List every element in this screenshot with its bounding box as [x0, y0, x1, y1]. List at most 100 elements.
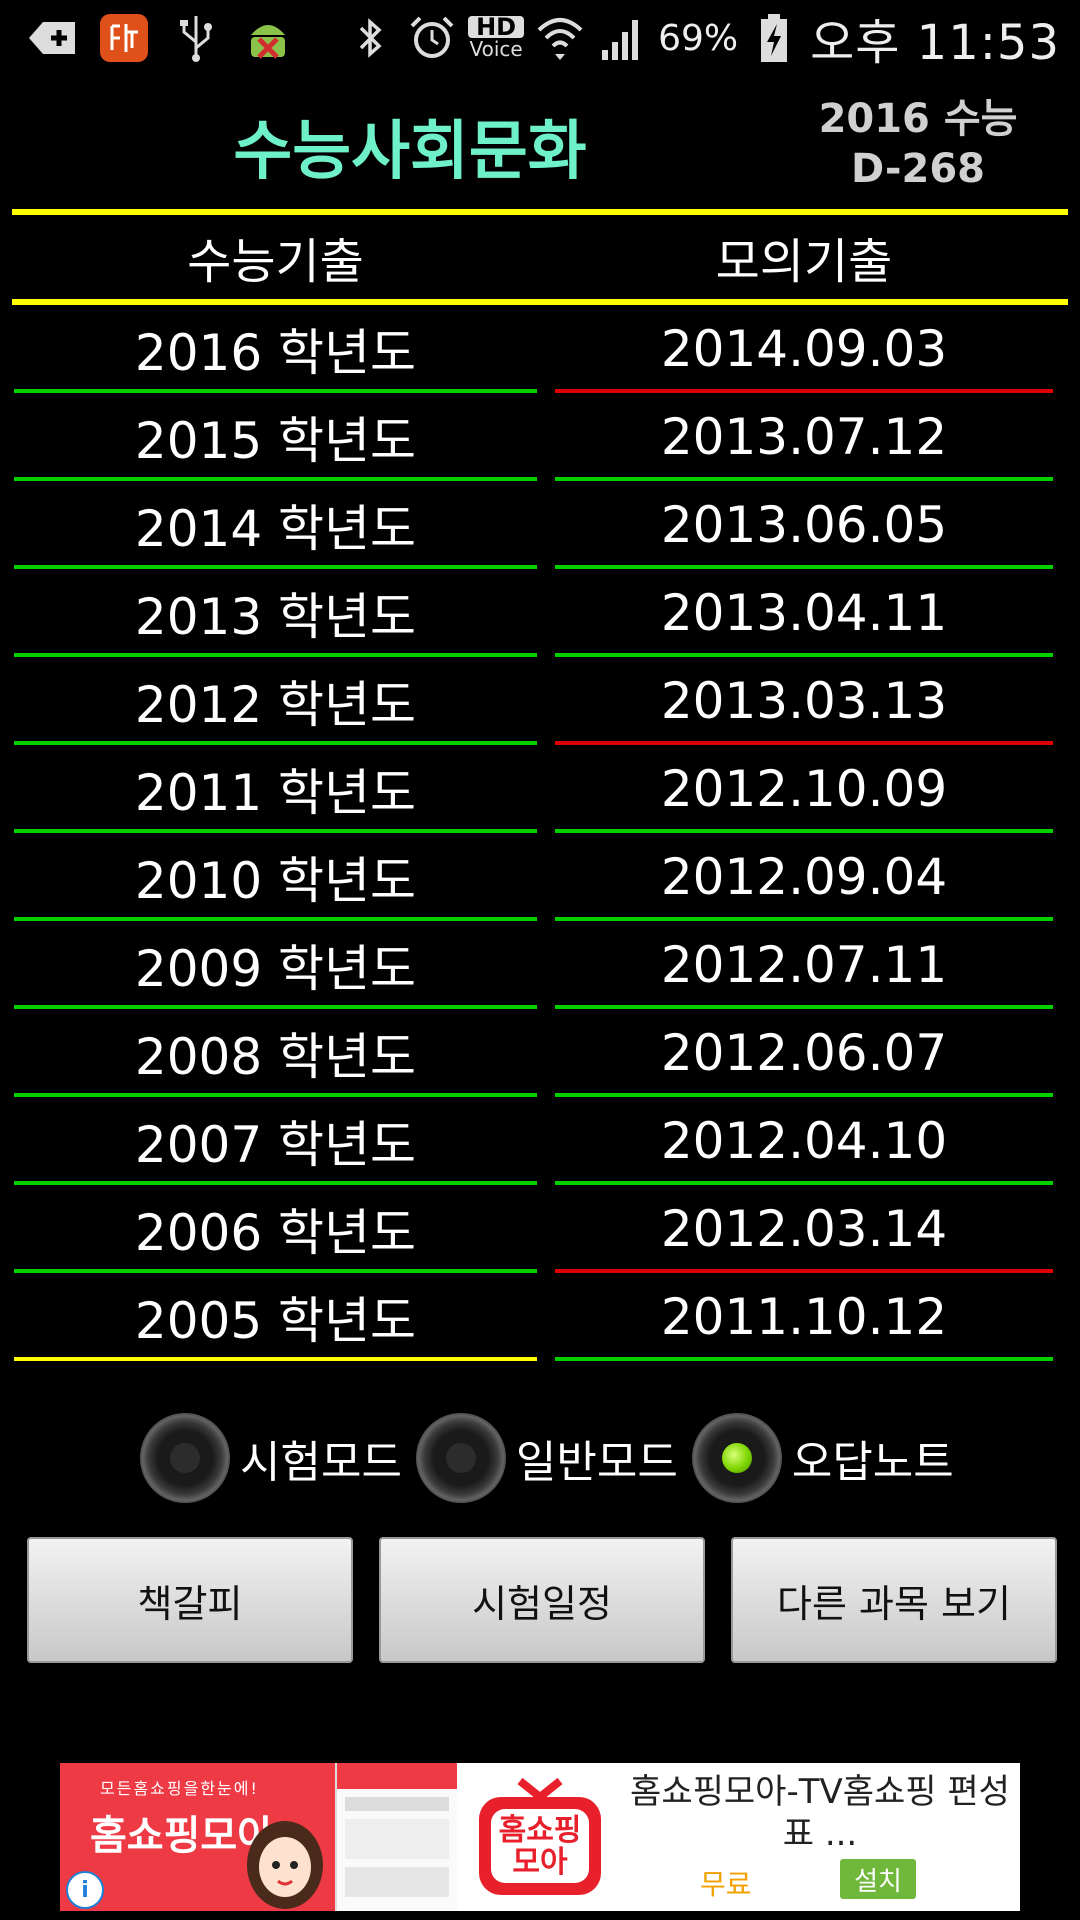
usb-icon	[170, 12, 222, 64]
wifi-icon	[534, 12, 586, 64]
bookmark-button[interactable]: 책갈피	[27, 1537, 353, 1663]
suneung-exam-row[interactable]: 2011 학년도	[14, 745, 537, 833]
dday-value: D-268	[850, 146, 986, 192]
mock-exam-row[interactable]: 2012.09.04	[555, 833, 1053, 921]
voice-label: Voice	[469, 37, 523, 61]
suneung-exam-list: 2016 학년도 2015 학년도 2014 학년도 2013 학년도 2012 학년도…	[14, 305, 537, 1361]
suneung-exam-row[interactable]: 2015 학년도	[14, 393, 537, 481]
suneung-exam-label: 2015 학년도	[134, 412, 417, 470]
mock-exam-row[interactable]: 2014.09.03	[555, 305, 1053, 393]
other-subjects-button[interactable]: 다른 과목 보기	[731, 1537, 1057, 1663]
hd-voice-icon: HD Voice	[468, 15, 525, 61]
mode-radio-group: 시험모드 일반모드 오답노트	[140, 1410, 968, 1506]
ad-app-logo[interactable]: 홈쇼핑 모아	[465, 1767, 615, 1907]
suneung-exam-row[interactable]: 2009 학년도	[14, 921, 537, 1009]
status-bar: HD Voice 69% 오후 11:53	[0, 0, 1080, 76]
mock-exam-label: 2012.03.14	[660, 1200, 948, 1258]
radio-indicator	[445, 1443, 476, 1473]
suneung-exam-label: 2012 학년도	[134, 676, 417, 734]
mock-exam-label: 2013.06.05	[660, 496, 948, 554]
hd-label: HD	[468, 15, 525, 39]
suneung-exam-row[interactable]: 2010 학년도	[14, 833, 537, 921]
mock-exam-row[interactable]: 2012.10.09	[555, 745, 1053, 833]
radio-label: 시험모드	[240, 1437, 402, 1488]
suneung-exam-row[interactable]: 2014 학년도	[14, 481, 537, 569]
row-divider	[555, 1357, 1053, 1361]
mock-exam-row[interactable]: 2013.06.05	[555, 481, 1053, 569]
ad-tagline: 모든홈쇼핑을한눈에!	[100, 1779, 259, 1798]
ad-logo-text-2: 모아	[512, 1845, 568, 1880]
mock-exam-row[interactable]: 2012.07.11	[555, 921, 1053, 1009]
radio-exam-mode[interactable]: 시험모드	[140, 1413, 402, 1503]
android-debug-icon	[242, 12, 294, 64]
mock-exam-label: 2012.06.07	[660, 1024, 948, 1082]
radio-button[interactable]	[691, 1413, 782, 1503]
radio-indicator	[721, 1443, 752, 1473]
exam-schedule-button[interactable]: 시험일정	[379, 1537, 705, 1663]
mock-exam-label: 2012.04.10	[660, 1112, 948, 1170]
suneung-exam-row[interactable]: 2013 학년도	[14, 569, 537, 657]
radio-wrong-answer-note[interactable]: 오답노트	[691, 1413, 954, 1503]
dday-counter: 2016 수능 D-268	[808, 94, 1028, 194]
mock-exam-label: 2014.09.03	[660, 320, 948, 378]
mock-exam-label: 2012.10.09	[660, 760, 948, 818]
suneung-exam-label: 2014 학년도	[134, 500, 417, 558]
suneung-column-header: 수능기출	[187, 234, 364, 290]
radio-normal-mode[interactable]: 일반모드	[415, 1413, 678, 1503]
suneung-exam-label: 2016 학년도	[134, 324, 417, 382]
mock-exam-label: 2011.10.12	[660, 1288, 948, 1346]
battery-percent: 69%	[658, 17, 739, 59]
suneung-exam-row[interactable]: 2005 학년도	[14, 1273, 537, 1361]
radio-button[interactable]	[415, 1413, 506, 1503]
signal-icon	[596, 12, 648, 64]
header-divider	[12, 209, 1068, 215]
suneung-exam-label: 2010 학년도	[134, 852, 417, 910]
radio-label: 일반모드	[515, 1437, 678, 1488]
mock-exam-label: 2013.04.11	[660, 584, 948, 642]
mock-exam-list: 2014.09.03 2013.07.12 2013.06.05 2013.04.11…	[555, 305, 1053, 1361]
suneung-exam-label: 2006 학년도	[134, 1204, 417, 1262]
alarm-icon	[406, 12, 458, 64]
ad-image[interactable]: 모든홈쇼핑을한눈에! 홈쇼핑모아 i	[60, 1763, 457, 1911]
suneung-exam-label: 2013 학년도	[134, 588, 417, 646]
clock: 오후 11:53	[810, 15, 1060, 71]
mock-exam-row[interactable]: 2013.03.13	[555, 657, 1053, 745]
mock-exam-label: 2013.07.12	[660, 408, 948, 466]
mock-exam-row[interactable]: 2012.03.14	[555, 1185, 1053, 1273]
charging-battery-icon	[748, 12, 800, 64]
mock-exam-row[interactable]: 2012.04.10	[555, 1097, 1053, 1185]
suneung-exam-row[interactable]: 2006 학년도	[14, 1185, 537, 1273]
suneung-exam-label: 2008 학년도	[134, 1028, 417, 1086]
mock-exam-row[interactable]: 2013.04.11	[555, 569, 1053, 657]
suneung-exam-label: 2005 학년도	[134, 1292, 417, 1350]
radio-label: 오답노트	[791, 1437, 954, 1488]
shrimp-app-icon	[98, 12, 150, 64]
radio-indicator	[170, 1443, 200, 1473]
suneung-exam-label: 2007 학년도	[134, 1116, 417, 1174]
mock-exam-row[interactable]: 2013.07.12	[555, 393, 1053, 481]
ad-install-button[interactable]: 설치	[840, 1859, 916, 1899]
mock-exam-row[interactable]: 2012.06.07	[555, 1009, 1053, 1097]
mock-column-header: 모의기출	[715, 234, 893, 290]
ad-price: 무료	[700, 1868, 752, 1901]
mock-exam-label: 2012.07.11	[660, 936, 948, 994]
ad-character-icon	[247, 1821, 323, 1909]
row-divider	[14, 1357, 537, 1361]
suneung-exam-row[interactable]: 2007 학년도	[14, 1097, 537, 1185]
suneung-exam-row[interactable]: 2008 학년도	[14, 1009, 537, 1097]
app-title: 수능사회문화	[233, 115, 587, 189]
ad-info-icon[interactable]: i	[66, 1871, 104, 1909]
ad-screenshot	[335, 1763, 457, 1911]
mock-exam-row[interactable]: 2011.10.12	[555, 1273, 1053, 1361]
suneung-exam-row[interactable]: 2016 학년도	[14, 305, 537, 393]
radio-button[interactable]	[140, 1413, 230, 1503]
suneung-exam-label: 2011 학년도	[134, 764, 417, 822]
ad-logo-text-1: 홈쇼핑	[498, 1813, 582, 1848]
suneung-exam-label: 2009 학년도	[134, 940, 417, 998]
ad-banner[interactable]: 모든홈쇼핑을한눈에! 홈쇼핑모아 i 홈쇼핑 모아 홈쇼핑모아-TV홈쇼핑 편성…	[60, 1763, 1020, 1911]
mock-exam-label: 2012.09.04	[660, 848, 948, 906]
bluetooth-icon	[344, 12, 396, 64]
ad-title[interactable]: 홈쇼핑모아-TV홈쇼핑 편성표 ...	[630, 1771, 1010, 1855]
suneung-exam-row[interactable]: 2012 학년도	[14, 657, 537, 745]
add-app-icon	[26, 12, 78, 64]
